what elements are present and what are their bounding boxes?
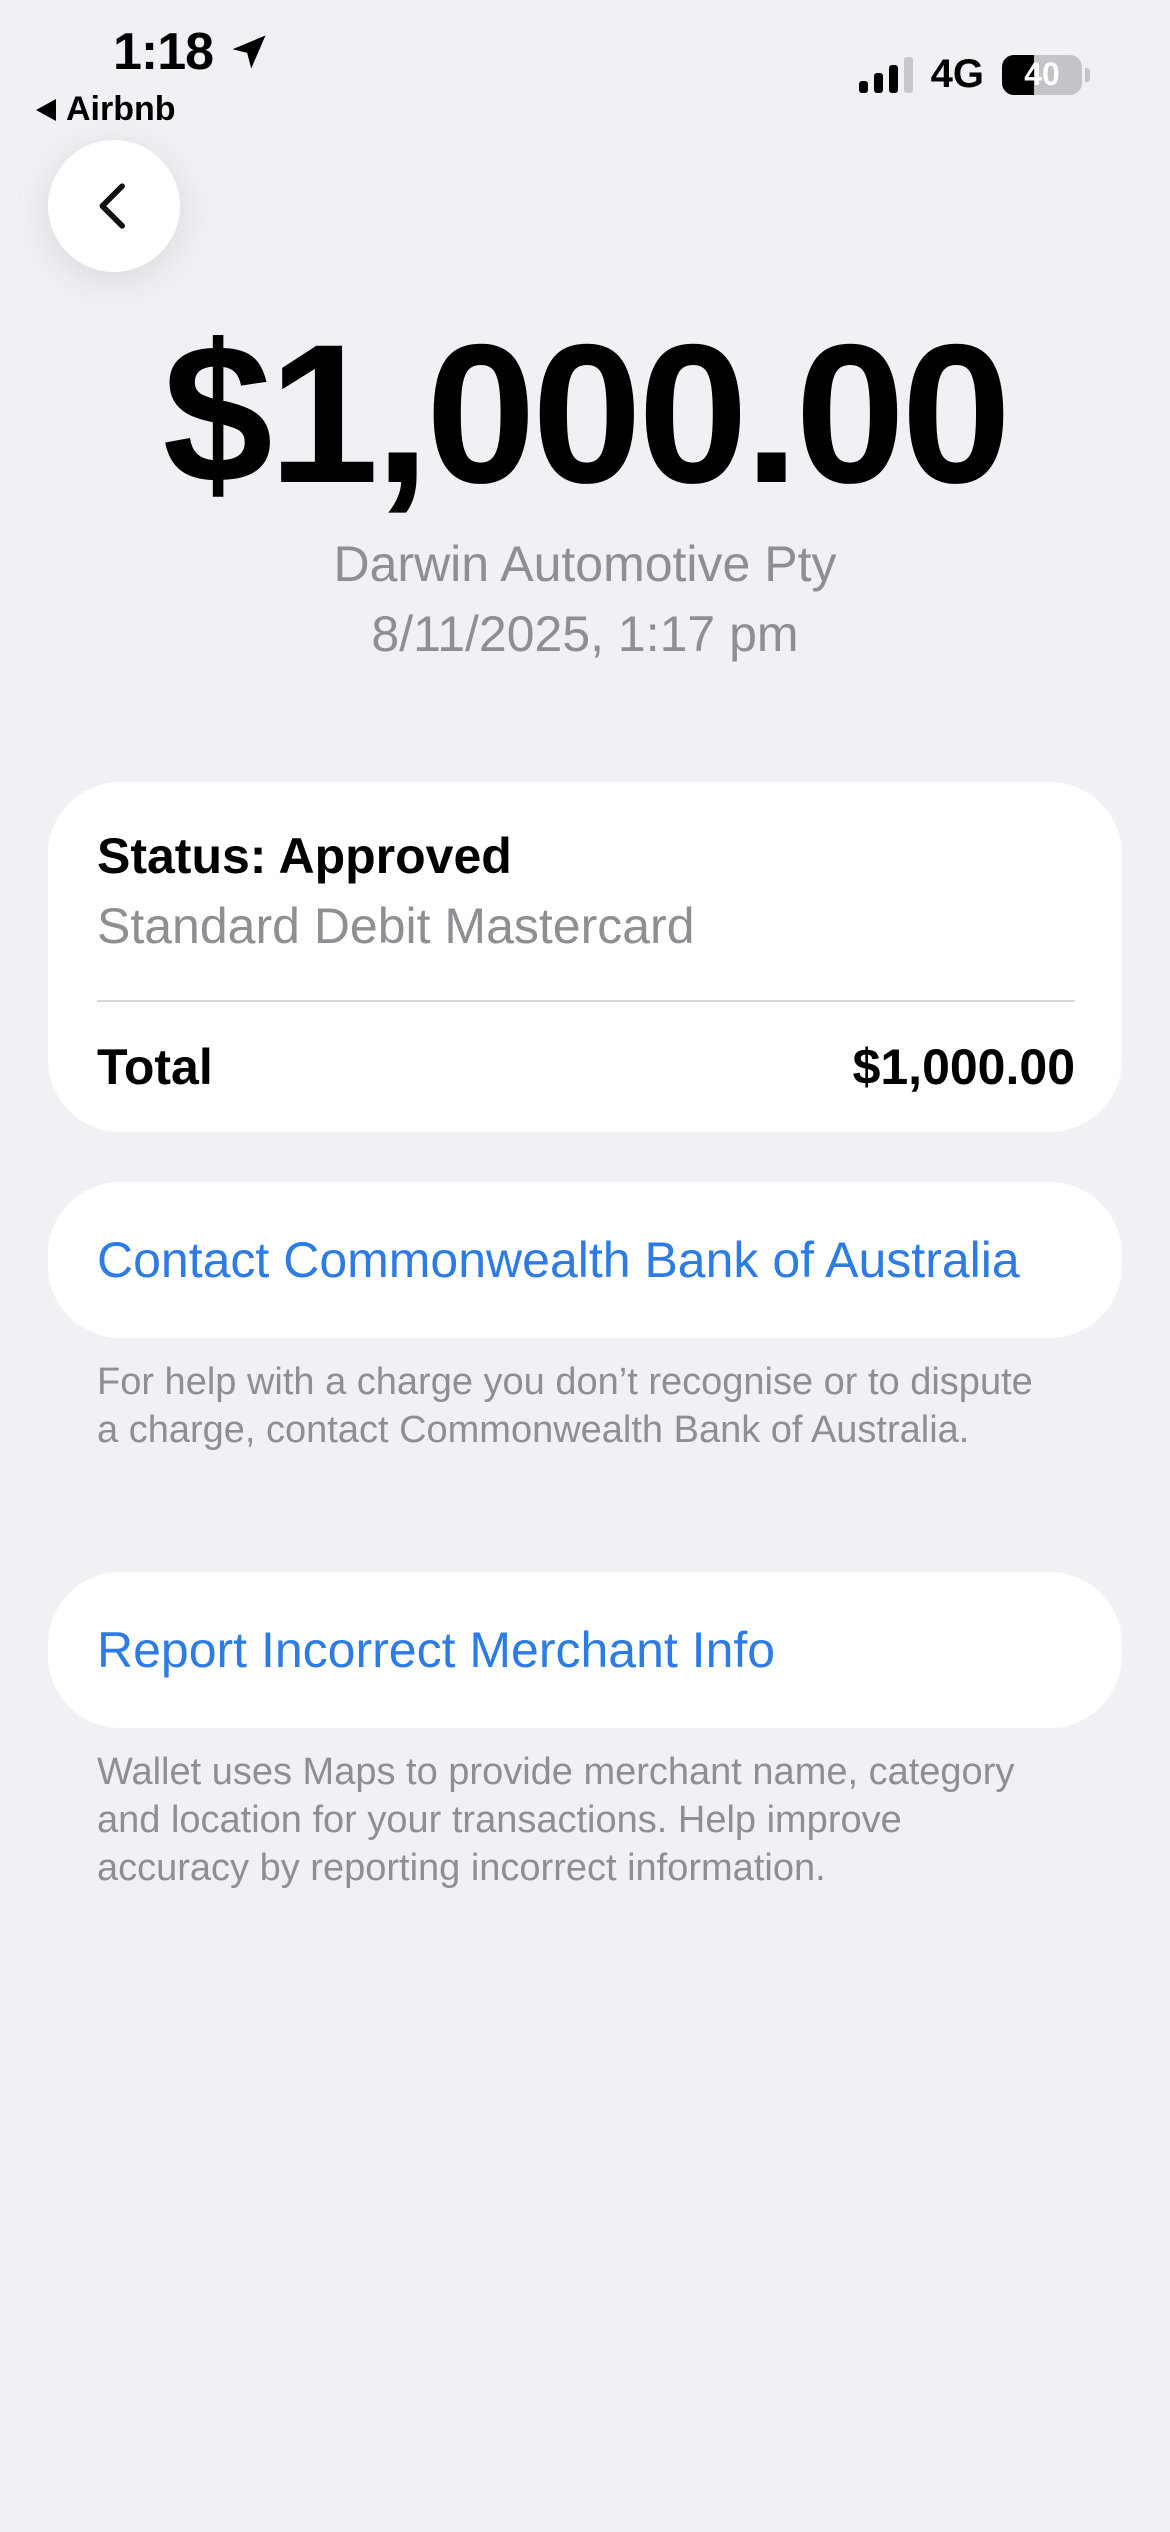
battery-level: 40 — [1024, 56, 1060, 92]
status-time: 1:18 — [113, 22, 271, 82]
transaction-amount: $1,000.00 — [162, 303, 1012, 524]
report-merchant-label: Report Incorrect Merchant Info — [97, 1622, 776, 1678]
chevron-left-icon — [99, 183, 125, 229]
total-label: Total — [97, 1039, 213, 1095]
status-label: Status: Approved — [97, 828, 512, 884]
report-merchant-button[interactable]: Report Incorrect Merchant Info — [48, 1572, 1122, 1728]
status-time-text: 1:18 — [113, 23, 214, 81]
contact-help-text: For help with a charge you don’t recogni… — [97, 1361, 1033, 1451]
merchant-name: Darwin Automotive Pty — [333, 536, 837, 592]
card-type: Standard Debit Mastercard — [97, 898, 695, 954]
report-help-text: Wallet uses Maps to provide merchant nam… — [97, 1751, 1015, 1889]
cellular-signal-icon — [858, 56, 913, 93]
location-arrow-icon — [232, 35, 266, 69]
battery-icon: 40 — [1002, 54, 1090, 95]
back-triangle-icon — [36, 98, 56, 121]
back-button[interactable] — [48, 140, 180, 272]
divider — [97, 1000, 1075, 1002]
status-indicators: 4G 40 — [858, 52, 1090, 97]
back-app-label: Airbnb — [66, 90, 176, 128]
network-type: 4G — [930, 52, 984, 96]
contact-bank-button[interactable]: Contact Commonwealth Bank of Australia — [48, 1182, 1122, 1338]
back-to-app-link[interactable]: Airbnb — [36, 90, 176, 129]
contact-bank-label: Contact Commonwealth Bank of Australia — [97, 1232, 1020, 1288]
transaction-datetime: 8/11/2025, 1:17 pm — [371, 606, 799, 662]
total-value: $1,000.00 — [852, 1039, 1075, 1095]
transaction-status-card: Status: Approved Standard Debit Masterca… — [48, 782, 1122, 1132]
